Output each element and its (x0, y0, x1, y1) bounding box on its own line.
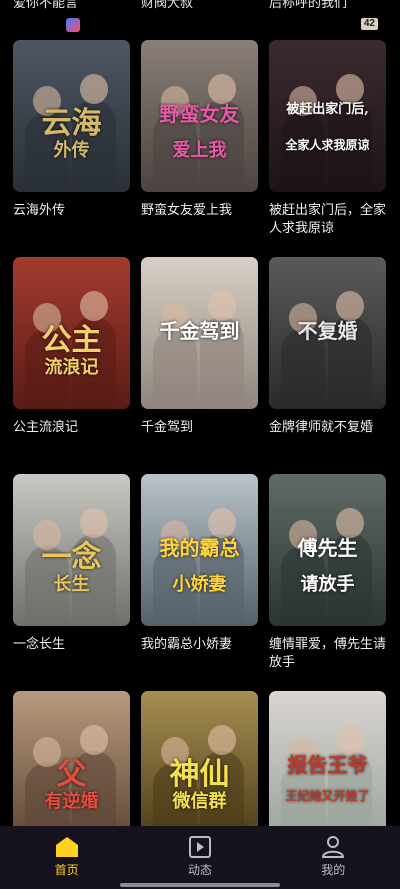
poster-title-text: 野蛮女友 (159, 102, 240, 126)
home-indicator (120, 883, 280, 887)
poster-title-text: 傅先生 (297, 536, 358, 560)
drama-card[interactable]: 被赶出家门后, 全家人求我原谅被赶出家门后，全家人求我原谅 (269, 40, 386, 257)
home-icon (55, 837, 78, 857)
drama-grid: 云海 外传 云海外传 野蛮女友 爱上我 野蛮女友爱上我 被赶出家门后, 全家人求我原谅 被赶出家… (13, 40, 387, 889)
drama-title[interactable]: 金牌律师就不复婚 (269, 418, 386, 436)
partial-title[interactable]: 爱你不能言 (13, 0, 78, 11)
drama-card[interactable]: 不复婚金牌律师就不复婚 (269, 257, 386, 474)
person-icon (322, 836, 345, 858)
poster-subtitle-text: 小娇妻 (172, 574, 227, 595)
poster-subtitle-text: 有逆婚 (44, 791, 99, 812)
drama-poster[interactable]: 我的霸总 小娇妻 (141, 474, 258, 626)
app-badge-icon (66, 18, 80, 32)
drama-card[interactable]: 公主 流浪记 公主流浪记 (13, 257, 130, 474)
tab-label-profile: 我的 (321, 863, 346, 877)
drama-poster[interactable]: 野蛮女友 爱上我 (141, 40, 258, 192)
drama-card[interactable]: 一念 长生 一念长生 (13, 474, 130, 691)
poster-title-text: 我的霸总 (159, 536, 240, 560)
poster-subtitle-text: 流浪记 (44, 357, 99, 378)
partial-title[interactable]: 后称呼的我们 (269, 0, 347, 11)
drama-poster[interactable]: 父有逆婚 (13, 691, 130, 843)
drama-title[interactable]: 我的霸总小娇妻 (141, 635, 258, 653)
poster-subtitle-text: 长生 (53, 574, 90, 595)
drama-title[interactable]: 云海外传 (13, 201, 130, 219)
drama-card[interactable]: 野蛮女友 爱上我 野蛮女友爱上我 (141, 40, 258, 257)
drama-poster[interactable]: 不复婚 (269, 257, 386, 409)
poster-title-text: 千金驾到 (159, 319, 240, 343)
drama-poster[interactable]: 被赶出家门后, 全家人求我原谅 (269, 40, 386, 192)
drama-card[interactable]: 傅先生请放手缠情罪爱，傅先生请放手 (269, 474, 386, 691)
drama-poster[interactable]: 公主 流浪记 (13, 257, 130, 409)
play-square-icon (188, 836, 211, 858)
poster-title-text: 不复婚 (297, 319, 358, 343)
top-row-partial: 爱你不能言 财阀大叔 后称呼的我们 42 (0, 0, 400, 34)
tab-label-feed: 动态 (187, 863, 212, 877)
drama-poster[interactable]: 报告王爷王妃她又开挂了 (269, 691, 386, 843)
drama-poster[interactable]: 神仙 微信群 (141, 691, 258, 843)
tab-label-home: 首页 (54, 863, 79, 877)
drama-title[interactable]: 一念长生 (13, 635, 130, 653)
drama-title[interactable]: 缠情罪爱，傅先生请放手 (269, 635, 386, 671)
drama-poster[interactable]: 云海 外传 (13, 40, 130, 192)
drama-card[interactable]: 千金驾到 千金驾到 (141, 257, 258, 474)
drama-poster[interactable]: 傅先生 请放手 (269, 474, 386, 626)
drama-title[interactable]: 被赶出家门后，全家人求我原谅 (269, 201, 386, 237)
drama-poster[interactable]: 一念 长生 (13, 474, 130, 626)
drama-card[interactable]: 云海 外传 云海外传 (13, 40, 130, 257)
bottom-tab-bar: 首页 动态 我的 (0, 826, 400, 889)
poster-title-text: 被赶出家门后, (286, 102, 369, 117)
poster-subtitle-text: 全家人求我原谅 (285, 138, 370, 152)
poster-title-text: 报告王爷 (287, 753, 368, 777)
drama-title[interactable]: 野蛮女友爱上我 (141, 201, 258, 219)
tab-profile[interactable]: 我的 (267, 826, 400, 878)
partial-title[interactable]: 财阀大叔 (141, 0, 193, 11)
count-badge: 42 (360, 18, 378, 30)
tab-home[interactable]: 首页 (0, 826, 133, 878)
drama-title[interactable]: 公主流浪记 (13, 418, 130, 436)
poster-subtitle-text: 爱上我 (172, 140, 227, 161)
drama-card[interactable]: 我的霸总 小娇妻 我的霸总小娇妻 (141, 474, 258, 691)
drama-title[interactable]: 千金驾到 (141, 418, 258, 436)
drama-poster[interactable]: 千金驾到 (141, 257, 258, 409)
poster-subtitle-text: 微信群 (172, 791, 227, 812)
poster-subtitle-text: 请放手 (300, 574, 355, 595)
poster-subtitle-text: 外传 (53, 140, 90, 161)
app-root: 爱你不能言 财阀大叔 后称呼的我们 42 云海 外传 云海外传 野蛮女友 爱上我 野蛮女友… (0, 0, 400, 889)
tab-feed[interactable]: 动态 (133, 826, 266, 878)
poster-subtitle-text: 王妃她又开挂了 (285, 789, 370, 803)
